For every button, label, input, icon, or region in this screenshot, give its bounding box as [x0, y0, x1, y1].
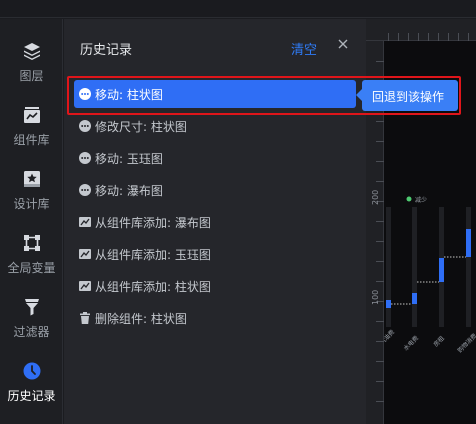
nav-item-label: 设计库 — [13, 197, 50, 211]
filter-icon — [24, 299, 39, 316]
history-item-label: 修改尺寸: 柱状图 — [95, 120, 187, 134]
history-item-label: 移动: 玉珏图 — [95, 152, 163, 166]
design-library-icon — [23, 171, 40, 187]
history-item[interactable]: 从组件库添加: 玉珏图 — [74, 240, 356, 268]
waterfall-bar — [439, 258, 444, 282]
nav-item-layers[interactable]: 图层 — [0, 41, 63, 97]
waterfall-bar — [466, 229, 471, 257]
layers-icon — [23, 43, 40, 60]
ruler-label: 200 — [371, 190, 380, 205]
waterfall-bar — [386, 300, 391, 308]
history-item[interactable]: 从组件库添加: 柱状图 — [74, 272, 356, 300]
trash-icon — [80, 312, 90, 324]
history-item[interactable]: 移动: 瀑布图 — [74, 176, 356, 204]
history-item[interactable]: 修改尺寸: 柱状图 — [74, 112, 356, 140]
history-item-label: 从组件库添加: 玉珏图 — [95, 248, 211, 262]
move-icon — [79, 184, 91, 196]
x-axis-label: 汽油费 — [384, 328, 396, 346]
nav-item-label: 组件库 — [13, 133, 50, 147]
history-item-label: 从组件库添加: 柱状图 — [95, 280, 211, 294]
history-item[interactable]: 删除组件: 柱状图 — [74, 304, 356, 332]
close-icon[interactable] — [335, 36, 351, 52]
history-clock-icon — [23, 362, 40, 380]
global-variable-icon — [23, 235, 40, 251]
clear-history-button[interactable]: 清空 — [291, 39, 317, 58]
nav-item-component-library[interactable]: 组件库 — [0, 105, 63, 161]
ruler-label: 100 — [371, 290, 380, 305]
history-item[interactable]: 从组件库添加: 瀑布图 — [74, 208, 356, 236]
history-item-label: 删除组件: 柱状图 — [95, 312, 187, 326]
ruler-top — [366, 19, 476, 41]
column-track — [386, 207, 391, 327]
waterfall-connector — [391, 256, 466, 305]
add-from-library-icon — [79, 249, 91, 259]
left-nav: 图层 组件库 设计库 全局变量 过滤器 历史记录 — [0, 19, 63, 424]
nav-item-label: 图层 — [19, 69, 44, 83]
x-axis-label: 水电费 — [402, 334, 420, 352]
nav-item-label: 全局变量 — [7, 261, 56, 275]
legend-label: 减少 — [415, 196, 427, 204]
revert-to-operation-button[interactable]: 回退到该操作 — [356, 80, 458, 111]
legend-dot — [406, 196, 412, 202]
add-from-library-icon — [79, 217, 91, 227]
add-from-library-icon — [79, 281, 91, 291]
history-item-label: 从组件库添加: 瀑布图 — [95, 216, 211, 230]
x-axis-label: 房租 — [432, 334, 446, 348]
x-axis-label: 购物消费 — [456, 332, 476, 355]
move-icon — [79, 120, 91, 132]
nav-item-filter[interactable]: 过滤器 — [0, 297, 63, 353]
top-bar — [0, 0, 476, 18]
nav-item-label: 历史记录 — [7, 389, 56, 403]
nav-item-global-variables[interactable]: 全局变量 — [0, 233, 63, 289]
column-track — [466, 207, 471, 327]
nav-item-label: 过滤器 — [13, 325, 50, 339]
history-item-label: 移动: 瀑布图 — [95, 184, 163, 198]
nav-item-design-library[interactable]: 设计库 — [0, 169, 63, 225]
component-library-icon — [23, 107, 40, 123]
nav-item-history[interactable]: 历史记录 — [0, 361, 63, 417]
waterfall-bar — [412, 293, 417, 304]
history-item[interactable]: 移动: 玉珏图 — [74, 144, 356, 172]
column-track — [412, 207, 417, 327]
panel-title: 历史记录 — [80, 43, 133, 58]
move-icon — [79, 152, 91, 164]
revert-tooltip-label: 回退到该操作 — [372, 90, 445, 104]
